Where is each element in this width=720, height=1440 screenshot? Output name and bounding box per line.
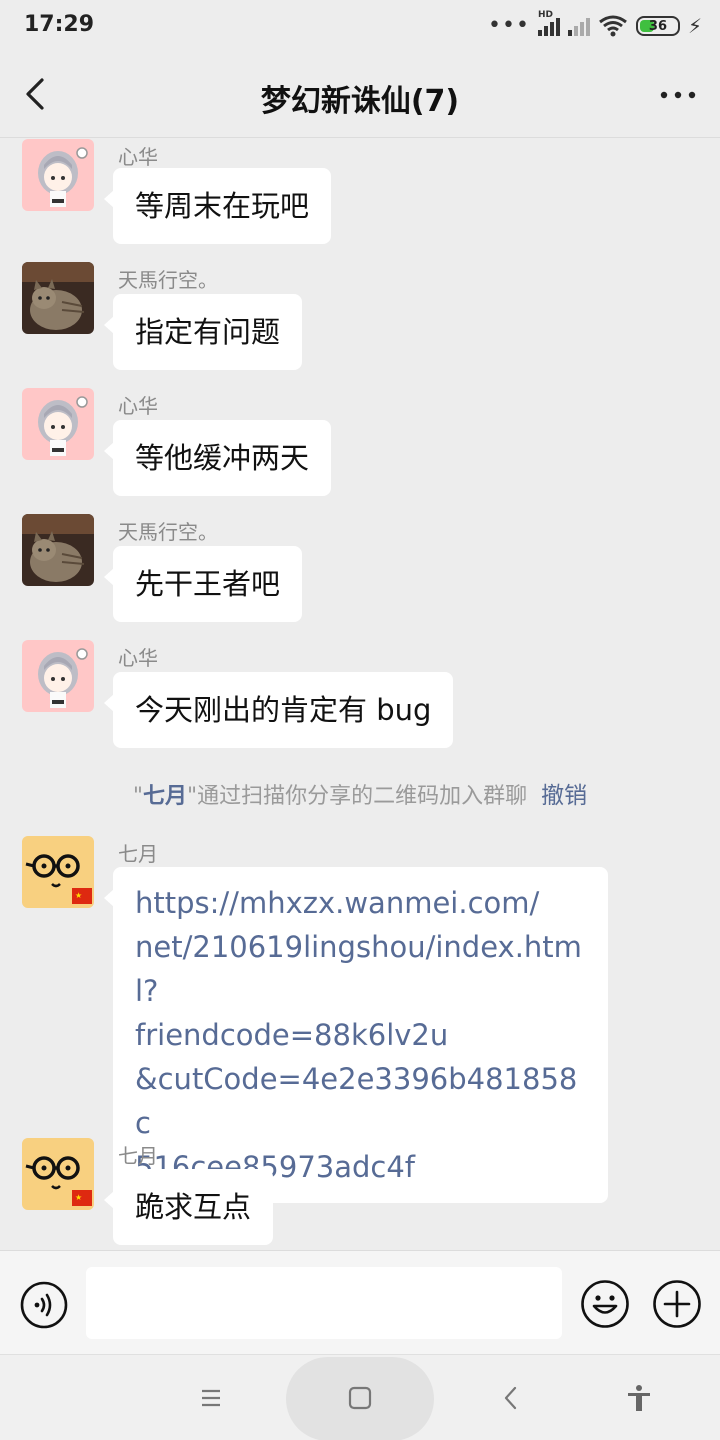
- status-icons: ••• HD 36 ⚡: [488, 10, 702, 42]
- emoji-icon[interactable]: [580, 1279, 630, 1329]
- status-bar: 17:29 ••• HD 36 ⚡: [0, 0, 720, 52]
- message-row: ★ 七月 跪求互点: [0, 1138, 720, 1250]
- sender-name: 七月: [118, 842, 158, 866]
- voice-icon[interactable]: [20, 1281, 68, 1329]
- message-bubble[interactable]: 跪求互点: [103, 1169, 274, 1245]
- sender-name: 天馬行空。: [118, 268, 218, 292]
- chat-input-bar: [0, 1250, 720, 1354]
- plus-icon[interactable]: [652, 1279, 702, 1329]
- sender-name: 心华: [118, 145, 158, 169]
- glasses-cat-avatar-icon[interactable]: ★: [22, 1138, 94, 1210]
- message-bubble[interactable]: 今天刚出的肯定有 bug: [103, 672, 454, 748]
- menu-icon[interactable]: [196, 1383, 226, 1413]
- more-options-icon[interactable]: [658, 80, 698, 110]
- charging-icon: ⚡: [687, 14, 702, 38]
- link-line[interactable]: friendcode=88k6lv2u: [135, 1013, 586, 1057]
- message-bubble[interactable]: 等周末在玩吧: [103, 168, 332, 244]
- notice-text: 通过扫描你分享的二维码加入群聊: [197, 784, 528, 809]
- message-bubble[interactable]: 先干王者吧: [103, 546, 303, 622]
- chat-title: 梦幻新诛仙(7): [260, 84, 460, 119]
- message-bubble[interactable]: 指定有问题: [103, 294, 303, 370]
- message-row: 心华 今天刚出的肯定有 bug: [0, 640, 720, 750]
- message-row: 心华 等他缓冲两天: [0, 388, 720, 498]
- sender-name: 心华: [118, 646, 158, 670]
- network-label: HD: [537, 10, 553, 20]
- anime-girl-avatar-icon[interactable]: [22, 388, 94, 460]
- message-row: ★ 七月 https://mhxzx.wanmei.com/ net/21061…: [0, 836, 720, 1203]
- sender-name: 七月: [118, 1144, 158, 1168]
- status-time: 17:29: [24, 12, 95, 37]
- cat-photo-avatar-icon[interactable]: [22, 262, 94, 334]
- quote-close: ": [187, 784, 198, 809]
- accessibility-icon[interactable]: [624, 1383, 654, 1413]
- more-notifications-icon: •••: [488, 13, 530, 38]
- message-row: 天馬行空。 先干王者吧: [0, 514, 720, 624]
- anime-girl-avatar-icon[interactable]: [22, 139, 94, 211]
- joined-member-name[interactable]: 七月: [143, 784, 187, 809]
- system-join-notice: "七月"通过扫描你分享的二维码加入群聊 撤销: [0, 776, 720, 810]
- back-icon[interactable]: [496, 1383, 526, 1413]
- chat-message-list[interactable]: 心华 等周末在玩吧 天馬行空。 指定有问题 心华 等他缓冲两天 天馬行空。 先干…: [0, 139, 720, 1250]
- wifi-icon: [599, 15, 627, 37]
- system-nav-bar: [0, 1354, 720, 1440]
- battery-level: 36: [648, 18, 667, 34]
- message-row: 心华 等周末在玩吧: [0, 139, 720, 249]
- cat-photo-avatar-icon[interactable]: [22, 514, 94, 586]
- quote-open: ": [132, 784, 143, 809]
- anime-girl-avatar-icon[interactable]: [22, 640, 94, 712]
- undo-link[interactable]: 撤销: [541, 783, 587, 809]
- svg-text:★: ★: [75, 1193, 82, 1202]
- svg-text:★: ★: [75, 891, 82, 900]
- sender-name: 心华: [118, 394, 158, 418]
- signal-hd-icon: HD: [537, 10, 560, 36]
- battery-icon: 36: [635, 16, 680, 36]
- link-line[interactable]: &cutCode=4e2e3396b481858c: [135, 1057, 586, 1145]
- glasses-cat-avatar-icon[interactable]: ★: [22, 836, 94, 908]
- signal-icon: [567, 16, 590, 36]
- link-line[interactable]: https://mhxzx.wanmei.com/: [135, 881, 586, 925]
- sender-name: 天馬行空。: [118, 520, 218, 544]
- home-icon[interactable]: [345, 1383, 375, 1413]
- message-bubble[interactable]: 等他缓冲两天: [103, 420, 332, 496]
- link-line[interactable]: net/210619lingshou/index.html?: [135, 925, 586, 1013]
- chat-header: 梦幻新诛仙(7): [0, 52, 720, 138]
- message-row: 天馬行空。 指定有问题: [0, 262, 720, 372]
- message-input[interactable]: [86, 1267, 562, 1339]
